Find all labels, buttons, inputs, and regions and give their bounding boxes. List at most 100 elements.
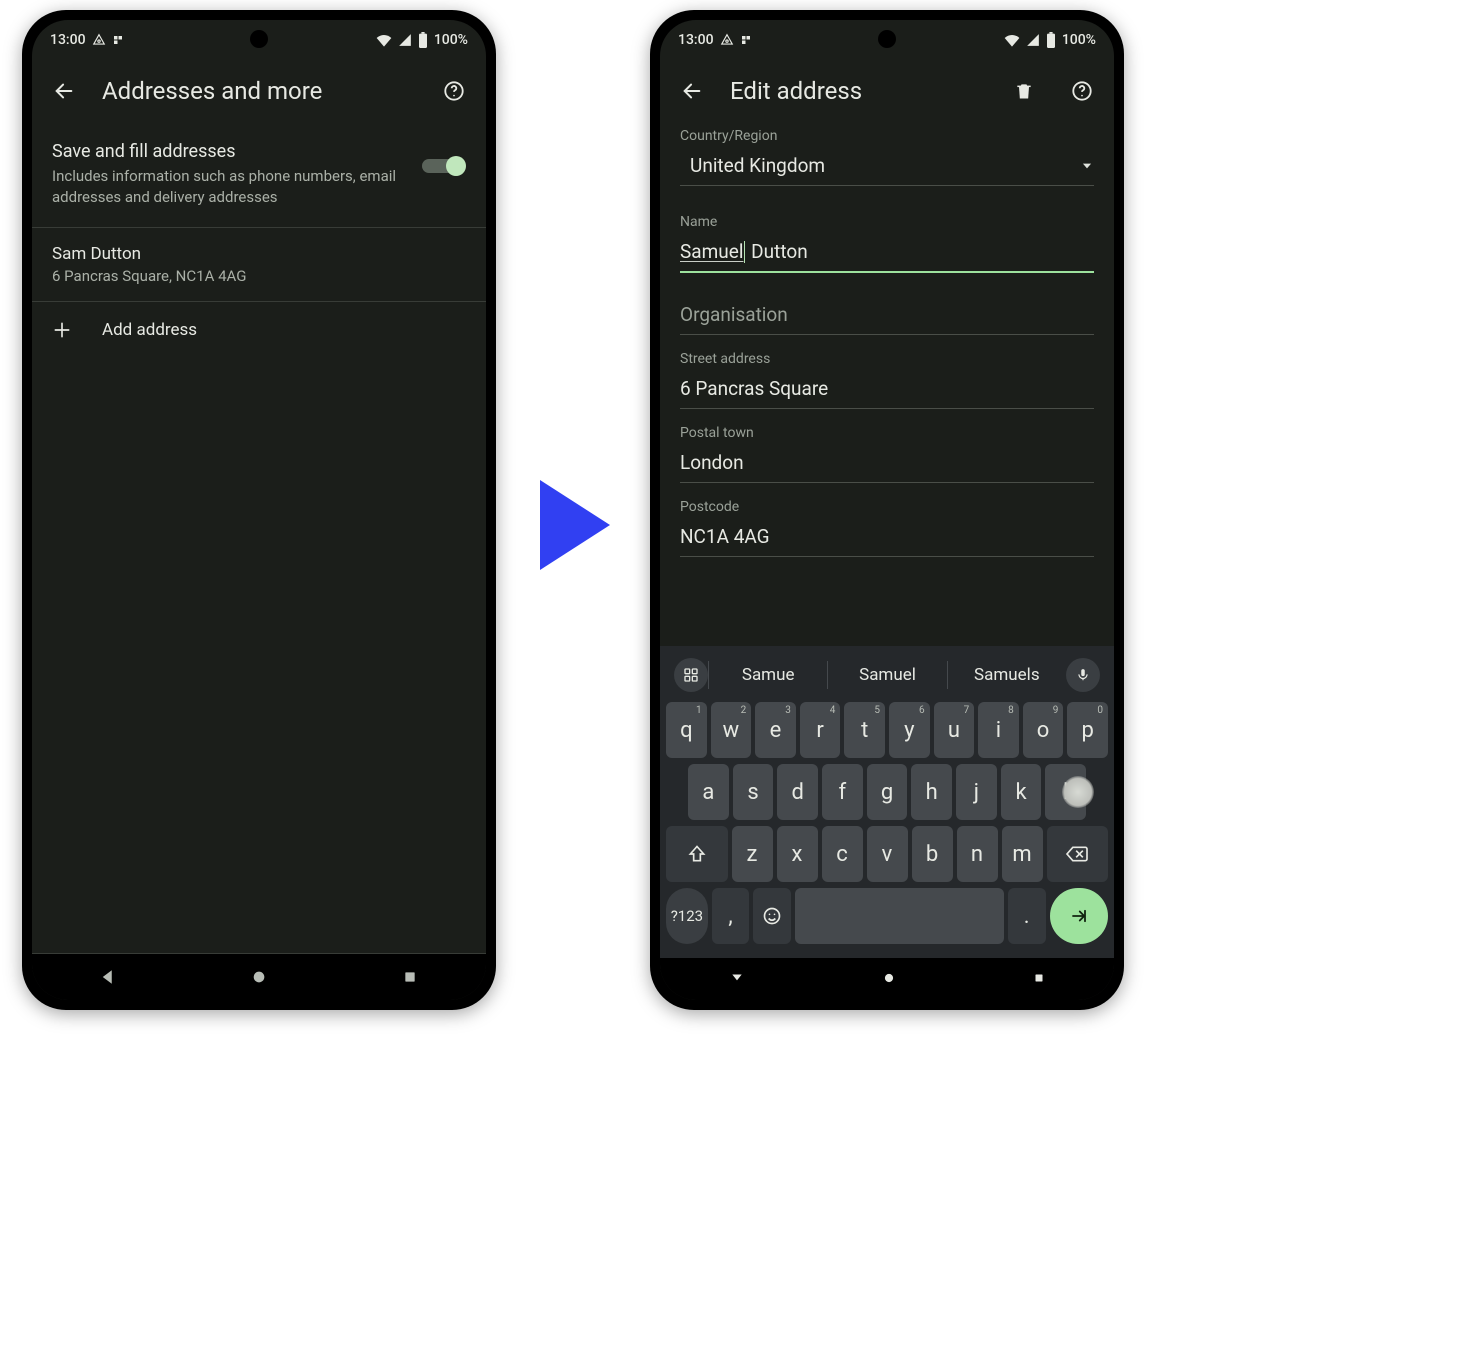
key-h[interactable]: h (911, 764, 952, 820)
key-p[interactable]: p0 (1067, 702, 1108, 758)
save-fill-toggle-row[interactable]: Save and fill addresses Includes informa… (32, 122, 486, 228)
enter-key[interactable] (1050, 888, 1109, 944)
nav-home-icon[interactable] (241, 969, 277, 985)
delete-button[interactable] (1004, 71, 1044, 111)
status-battery: 100% (1062, 32, 1096, 48)
key-k[interactable]: k (1001, 764, 1042, 820)
nav-hide-keyboard-icon[interactable] (728, 970, 746, 989)
camera-notch (250, 30, 268, 48)
transition-arrow-icon (530, 470, 620, 584)
nav-recents-icon[interactable] (392, 969, 428, 985)
name-label: Name (680, 214, 1094, 230)
key-n[interactable]: n (957, 826, 998, 882)
help-button[interactable] (1062, 71, 1102, 111)
key-f[interactable]: f (822, 764, 863, 820)
page-title: Edit address (730, 77, 986, 105)
content-area: Save and fill addresses Includes informa… (32, 122, 486, 953)
saved-address-item[interactable]: Sam Dutton 6 Pancras Square, NC1A 4AG (32, 228, 486, 302)
key-i[interactable]: i8 (978, 702, 1019, 758)
key-a[interactable]: a (688, 764, 729, 820)
key-v[interactable]: v (867, 826, 908, 882)
keyboard-row-4: ?123 , . (664, 888, 1110, 944)
emoji-key[interactable] (753, 888, 791, 944)
key-d[interactable]: d (777, 764, 818, 820)
backspace-key[interactable] (1047, 826, 1109, 882)
street-value: 6 Pancras Square (680, 377, 1094, 400)
key-u[interactable]: u7 (934, 702, 975, 758)
system-nav-bar (32, 954, 486, 1000)
key-z[interactable]: z (732, 826, 773, 882)
status-time: 13:00 (678, 32, 714, 48)
wifi-icon (1004, 33, 1020, 47)
suggestion-1[interactable]: Samue (708, 661, 827, 689)
keyboard-row-1: q1w2e3r4t5y6u7i8o9p0 (664, 702, 1110, 758)
town-value: London (680, 451, 1094, 474)
key-s[interactable]: s (733, 764, 774, 820)
touch-indicator (1062, 776, 1094, 808)
shift-key[interactable] (666, 826, 728, 882)
numbers-key[interactable]: ?123 (666, 888, 708, 944)
key-m[interactable]: m (1002, 826, 1043, 882)
help-button[interactable] (434, 71, 474, 111)
space-key[interactable] (795, 888, 1004, 944)
key-y[interactable]: y6 (889, 702, 930, 758)
name-value: Samuel Dutton (680, 240, 1094, 263)
key-w[interactable]: w2 (711, 702, 752, 758)
town-field[interactable]: Postal town London (660, 419, 1114, 487)
back-button[interactable] (672, 71, 712, 111)
phone-left-frame: 13:00 100% Addresses and more (22, 10, 496, 1010)
system-nav-bar (660, 958, 1114, 1000)
key-e[interactable]: e3 (755, 702, 796, 758)
app-bar: Addresses and more (32, 60, 486, 122)
on-screen-keyboard: Samue Samuel Samuels q1w2e3r4t5y6u7i8o9p… (660, 646, 1114, 958)
key-j[interactable]: j (956, 764, 997, 820)
name-field[interactable]: Name Samuel Dutton (660, 208, 1114, 277)
status-icon-2 (740, 34, 752, 46)
period-key[interactable]: . (1008, 888, 1046, 944)
phone-right-frame: 13:00 100% Edit address (650, 10, 1124, 1010)
signal-icon (1026, 33, 1040, 47)
street-label: Street address (680, 351, 1094, 367)
page-title: Addresses and more (102, 77, 416, 105)
status-icon-1 (92, 33, 106, 47)
voice-input-icon[interactable] (1066, 658, 1100, 692)
key-t[interactable]: t5 (844, 702, 885, 758)
toggle-title: Save and fill addresses (52, 140, 408, 164)
chevron-down-icon (1080, 159, 1094, 173)
street-field[interactable]: Street address 6 Pancras Square (660, 345, 1114, 413)
postcode-field[interactable]: Postcode NC1A 4AG (660, 493, 1114, 561)
status-time: 13:00 (50, 32, 86, 48)
comma-key[interactable]: , (712, 888, 750, 944)
key-l[interactable]: l (1045, 764, 1086, 820)
nav-back-icon[interactable] (90, 968, 126, 986)
organisation-field[interactable]: Organisation (660, 291, 1114, 339)
key-q[interactable]: q1 (666, 702, 707, 758)
key-g[interactable]: g (867, 764, 908, 820)
organisation-label: Organisation (680, 303, 1094, 326)
status-icon-2 (112, 34, 124, 46)
nav-recents-icon[interactable] (1032, 970, 1046, 989)
keyboard-apps-icon[interactable] (674, 658, 708, 692)
status-icon-1 (720, 33, 734, 47)
country-field[interactable]: Country/Region United Kingdom (660, 122, 1114, 190)
nav-home-icon[interactable] (882, 970, 896, 989)
screen-right: 13:00 100% Edit address (660, 20, 1114, 1000)
screen-left: 13:00 100% Addresses and more (32, 20, 486, 1000)
key-c[interactable]: c (822, 826, 863, 882)
suggestion-2[interactable]: Samuel (827, 661, 946, 689)
key-x[interactable]: x (777, 826, 818, 882)
country-value: United Kingdom (680, 154, 1080, 177)
key-r[interactable]: r4 (800, 702, 841, 758)
signal-icon (398, 33, 412, 47)
suggestion-3[interactable]: Samuels (947, 661, 1066, 689)
key-b[interactable]: b (912, 826, 953, 882)
wifi-icon (376, 33, 392, 47)
keyboard-row-2: asdfghjkl (664, 764, 1110, 820)
back-button[interactable] (44, 71, 84, 111)
status-battery: 100% (434, 32, 468, 48)
key-o[interactable]: o9 (1023, 702, 1064, 758)
plus-icon (52, 320, 72, 340)
add-address-row[interactable]: Add address (32, 302, 486, 358)
toggle-switch[interactable] (420, 154, 466, 178)
app-bar: Edit address (660, 60, 1114, 122)
